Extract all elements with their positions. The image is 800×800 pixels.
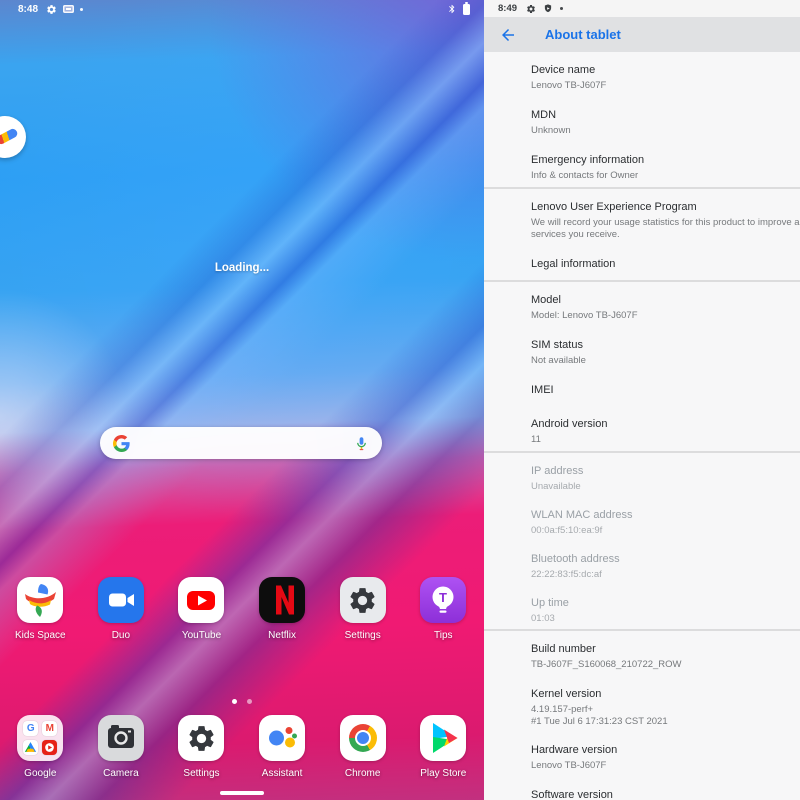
section-legal: Lenovo User Experience Program We will r… (484, 189, 800, 280)
google-folder-icon: G M (17, 715, 63, 761)
section-network-info: IP address Unavailable WLAN MAC address … (484, 453, 800, 629)
clock: 8:49 (498, 3, 517, 14)
app-label: Kids Space (15, 630, 66, 641)
app-label: Assistant (262, 768, 303, 779)
app-row-1: Kids Space Duo YouTube (0, 577, 484, 641)
page-indicator (0, 699, 484, 704)
settings-gear-icon (340, 577, 386, 623)
home-screen: 8:48 Loading... (0, 0, 484, 800)
section-build: Build number TB-J607F_S160068_210722_ROW… (484, 631, 800, 800)
page-dot-inactive (247, 699, 252, 704)
drive-mini-icon (23, 740, 38, 755)
home-status-bar: 8:48 (0, 0, 484, 18)
settings-item-kernel-version[interactable]: Kernel version 4.19.157-perf+ #1 Tue Jul… (484, 676, 800, 732)
play-protect-shield-icon (543, 3, 553, 14)
app-row-2: G M Google (0, 715, 484, 779)
settings-header: About tablet (484, 17, 800, 52)
google-search-bar[interactable] (100, 427, 382, 459)
overflow-dot-icon (80, 8, 83, 11)
app-duo[interactable]: Duo (81, 577, 162, 641)
youtube-mini-icon (42, 740, 57, 755)
settings-item-sim-status[interactable]: SIM status Not available (484, 327, 800, 372)
battery-icon (463, 4, 470, 15)
gear-notification-icon (526, 4, 536, 14)
settings-gear-icon (178, 715, 224, 761)
settings-about-tablet: 8:49 About tablet Device name Lenovo TB-… (484, 0, 800, 800)
duo-icon (98, 577, 144, 623)
app-label: Google (24, 768, 56, 779)
section-device: Device name Lenovo TB-J607F MDN Unknown … (484, 52, 800, 187)
app-assistant[interactable]: Assistant (242, 715, 323, 779)
mic-icon[interactable] (354, 436, 369, 451)
gear-notification-icon (46, 4, 57, 15)
chrome-icon (340, 715, 386, 761)
assistant-bubble[interactable] (0, 116, 26, 158)
app-label: Settings (183, 768, 219, 779)
app-kids-space[interactable]: Kids Space (0, 577, 81, 641)
settings-item-device-name[interactable]: Device name Lenovo TB-J607F (484, 52, 800, 97)
gmail-mini-icon: M (42, 721, 57, 736)
settings-item-bluetooth-address: Bluetooth address 22:22:83:f5:dc:af (484, 541, 800, 585)
page-title: About tablet (545, 27, 621, 42)
settings-item-hardware-version[interactable]: Hardware version Lenovo TB-J607F (484, 732, 800, 777)
clock: 8:48 (18, 4, 38, 15)
app-settings-1[interactable]: Settings (322, 577, 403, 641)
settings-item-android-version[interactable]: Android version 11 (484, 406, 800, 451)
settings-status-bar: 8:49 (484, 0, 800, 17)
settings-item-software-version[interactable]: Software version TB-J607F_RF01_210722 (484, 777, 800, 800)
overflow-dot-icon (560, 7, 563, 10)
app-camera[interactable]: Camera (81, 715, 162, 779)
app-label: Duo (112, 630, 130, 641)
app-label: Camera (103, 768, 139, 779)
app-label: Tips (434, 630, 453, 641)
app-youtube[interactable]: YouTube (161, 577, 242, 641)
app-tips[interactable]: T Tips (403, 577, 484, 641)
settings-item-emergency-info[interactable]: Emergency information Info & contacts fo… (484, 142, 800, 187)
section-model: Model Model: Lenovo TB-J607F SIM status … (484, 282, 800, 451)
app-notification-icon (63, 5, 74, 13)
google-pill-icon (0, 127, 19, 145)
app-label: Chrome (345, 768, 381, 779)
google-g-icon (113, 435, 130, 452)
assistant-icon (259, 715, 305, 761)
settings-item-model[interactable]: Model Model: Lenovo TB-J607F (484, 282, 800, 327)
folder-google[interactable]: G M Google (0, 715, 81, 779)
app-settings-2[interactable]: Settings (161, 715, 242, 779)
back-arrow-icon[interactable] (498, 25, 518, 45)
youtube-icon (178, 577, 224, 623)
svg-text:T: T (439, 590, 447, 605)
netflix-icon (259, 577, 305, 623)
app-label: Play Store (420, 768, 466, 779)
app-label: YouTube (182, 630, 221, 641)
app-chrome[interactable]: Chrome (322, 715, 403, 779)
settings-item-build-number[interactable]: Build number TB-J607F_S160068_210722_ROW (484, 631, 800, 676)
settings-item-up-time: Up time 01:03 (484, 585, 800, 629)
settings-item-user-experience-program[interactable]: Lenovo User Experience Program We will r… (484, 189, 800, 246)
kids-space-icon (17, 577, 63, 623)
app-play-store[interactable]: Play Store (403, 715, 484, 779)
settings-item-mdn[interactable]: MDN Unknown (484, 97, 800, 142)
screenshot-root: 8:48 Loading... (0, 0, 800, 800)
page-dot-active (232, 699, 237, 704)
settings-item-ip-address: IP address Unavailable (484, 453, 800, 497)
app-label: Netflix (268, 630, 296, 641)
settings-item-imei[interactable]: IMEI (484, 372, 800, 406)
settings-item-wlan-mac: WLAN MAC address 00:0a:f5:10:ea:9f (484, 497, 800, 541)
camera-icon (98, 715, 144, 761)
loading-toast: Loading... (0, 262, 484, 274)
settings-item-legal-information[interactable]: Legal information (484, 246, 800, 280)
tips-bulb-icon: T (420, 577, 466, 623)
home-indicator-bar[interactable] (220, 791, 264, 795)
play-store-icon (420, 715, 466, 761)
app-label: Settings (345, 630, 381, 641)
bluetooth-icon (447, 3, 457, 15)
google-g-mini-icon: G (23, 721, 38, 736)
app-netflix[interactable]: Netflix (242, 577, 323, 641)
